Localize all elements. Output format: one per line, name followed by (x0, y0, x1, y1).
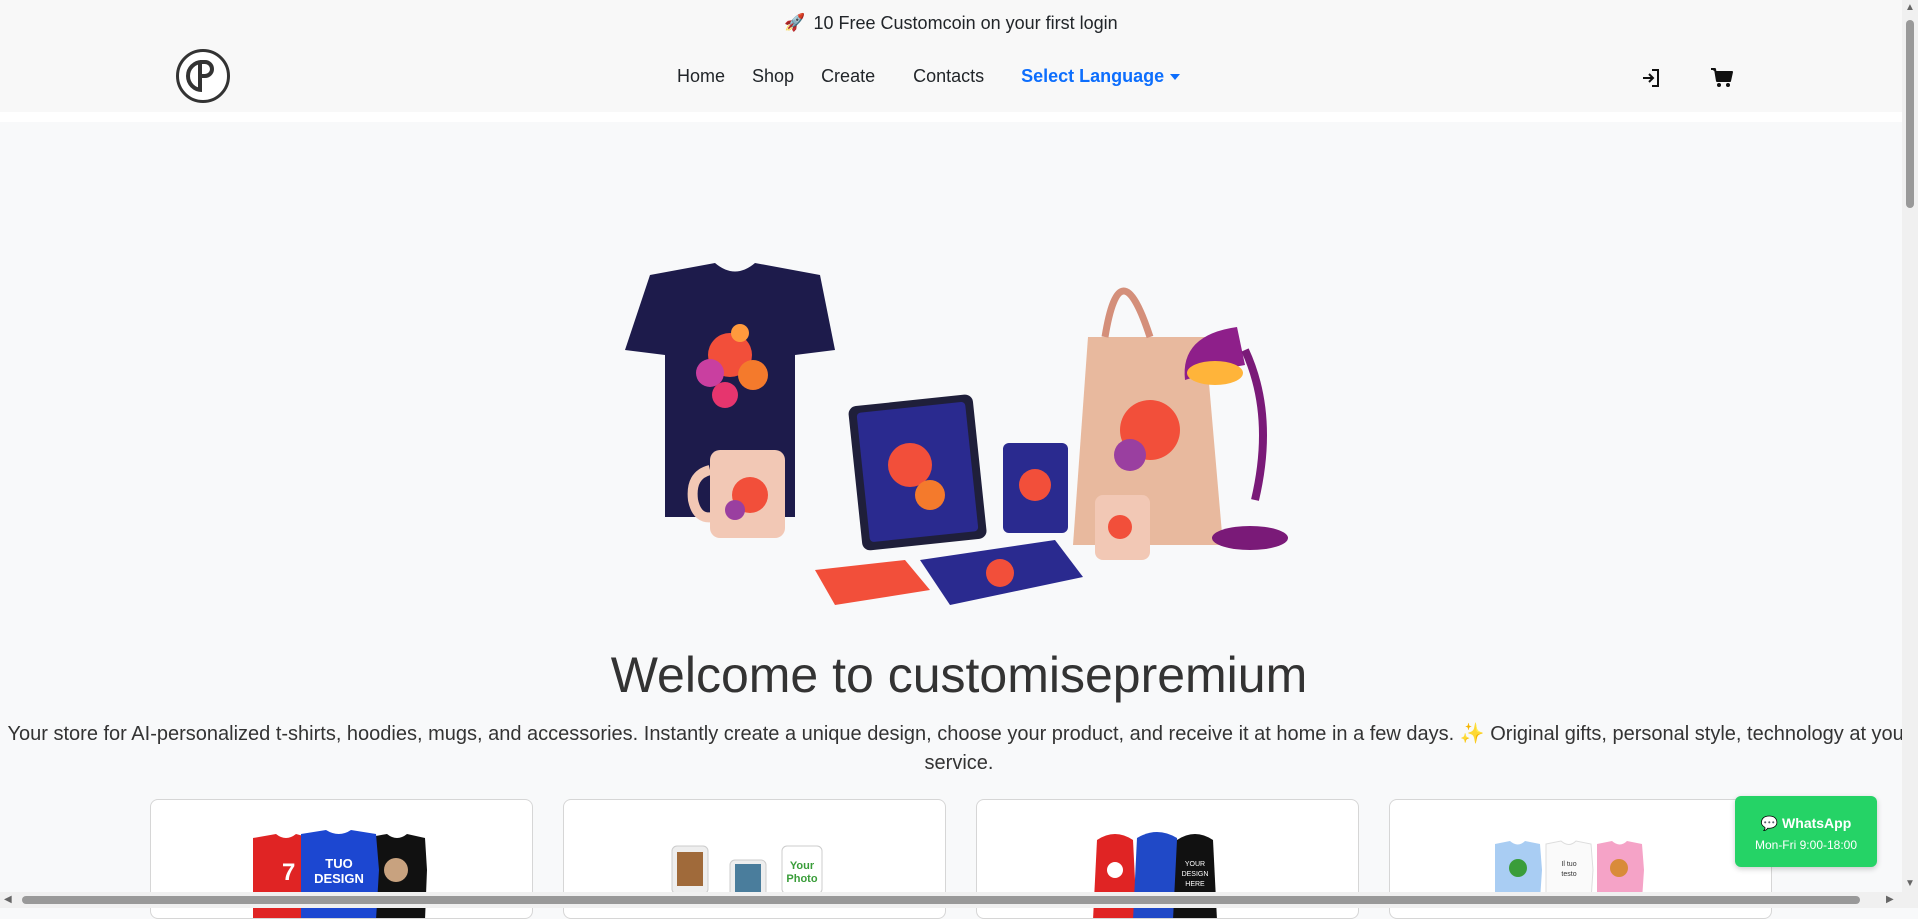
cart-icon[interactable] (1710, 67, 1734, 89)
navbar-divider (0, 112, 1902, 122)
nav-shop[interactable]: Shop (752, 66, 794, 87)
hero-products-image (625, 263, 1288, 605)
card-label: YOUR (1185, 861, 1205, 868)
card-label: Photo (786, 873, 817, 885)
language-label: Select Language (1021, 66, 1165, 86)
product-cards: 7 TUO DESIGN Your Photo YOUR DESIGN HERE (150, 799, 1772, 919)
intro-line-end: service. (924, 752, 994, 774)
main-menu: Home Shop Create Contacts Select Languag… (677, 66, 1181, 87)
promo-text: 10 Free Customcoin on your first login (813, 12, 1118, 33)
card-label: DESIGN (314, 871, 364, 886)
nav-home[interactable]: Home (677, 66, 725, 87)
logo-mark-icon (186, 60, 214, 92)
whatsapp-title: 💬 WhatsApp (1760, 815, 1852, 831)
page-title: Welcome to customisepremium (610, 647, 1308, 703)
card-label: testo (1561, 871, 1576, 878)
promo-banner: 🚀 10 Free Customcoin on your first login (0, 0, 1902, 46)
whatsapp-hours: Mon-Fri 9:00-18:00 (1754, 838, 1858, 852)
login-icon[interactable] (1640, 67, 1662, 89)
scroll-down-icon[interactable]: ▼ (1905, 878, 1915, 889)
vertical-scrollbar[interactable]: ▲ ▼ (1902, 0, 1918, 908)
intro-line: Your store for AI-personalized t-shirts,… (7, 723, 1911, 745)
horizontal-scrollbar[interactable]: ◀ ▶ (0, 892, 1902, 908)
rocket-icon: 🚀 (784, 13, 806, 32)
horizontal-scroll-thumb[interactable] (22, 896, 1860, 904)
nav-create[interactable]: Create (821, 66, 875, 87)
scroll-left-icon[interactable]: ◀ (4, 894, 12, 905)
chat-bubble-icon: 💬 (1760, 815, 1779, 831)
scroll-up-icon[interactable]: ▲ (1905, 2, 1915, 13)
card-label: Il tuo (1561, 861, 1576, 868)
whatsapp-button[interactable]: 💬 WhatsApp Mon-Fri 9:00-18:00 (1735, 796, 1877, 867)
language-dropdown[interactable]: Select Language (1021, 66, 1181, 87)
scroll-right-icon[interactable]: ▶ (1886, 894, 1894, 905)
chevron-down-icon (1170, 73, 1181, 80)
card-label: TUO (325, 856, 352, 871)
card-label: 7 (282, 859, 295, 886)
nav-contacts[interactable]: Contacts (913, 66, 984, 87)
card-label: Your (790, 860, 815, 872)
card-label: DESIGN (1182, 871, 1209, 878)
intro-text: Your store for AI-personalized t-shirts,… (0, 720, 1918, 778)
card-label: HERE (1185, 881, 1205, 888)
vertical-scroll-thumb[interactable] (1906, 20, 1914, 208)
site-logo[interactable] (176, 49, 230, 103)
